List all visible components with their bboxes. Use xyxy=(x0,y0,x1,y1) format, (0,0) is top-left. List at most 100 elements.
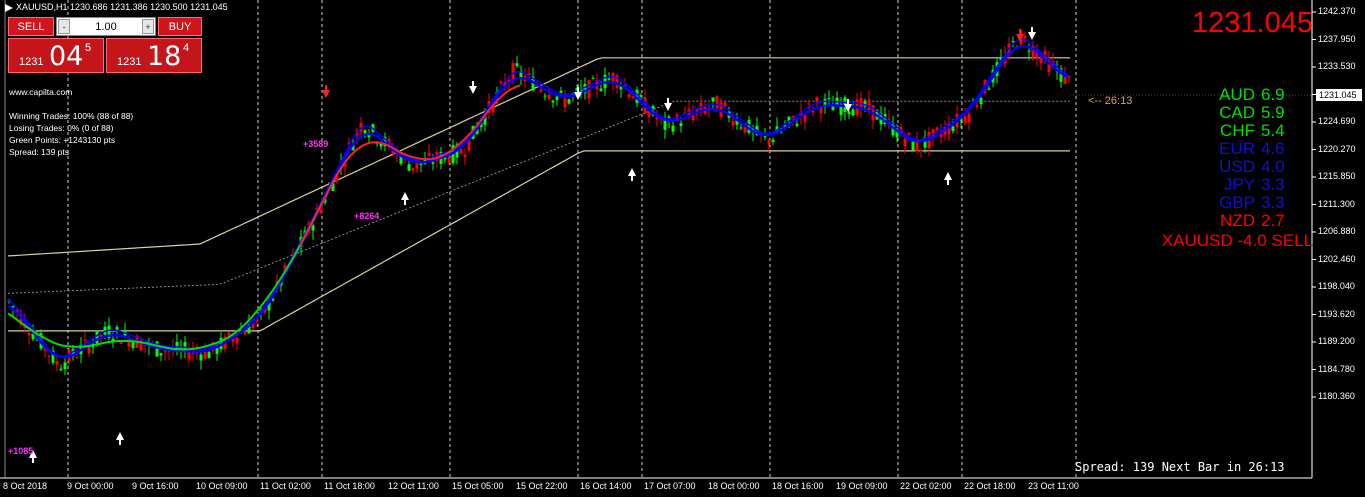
chart-title: XAUUSD,H1 xyxy=(16,2,68,12)
exit-arrow-icon xyxy=(1028,32,1036,40)
time-tick-label: 8 Oct 2018 xyxy=(3,481,48,491)
price-tick-label: 1242.370 xyxy=(1318,6,1356,16)
buy-button[interactable]: BUY xyxy=(158,17,202,36)
candle-body xyxy=(671,125,675,132)
candle-body xyxy=(907,132,911,135)
candle-body xyxy=(815,97,819,103)
candle-body xyxy=(207,352,211,359)
time-tick-label: 16 Oct 14:00 xyxy=(580,481,632,491)
trade-signal: XAUUSD -4.0 SELL xyxy=(1161,231,1313,250)
currency-value: 4.0 xyxy=(1261,157,1285,176)
currency-value: 3.3 xyxy=(1261,193,1285,212)
time-tick-label: 15 Oct 22:00 xyxy=(516,481,568,491)
candle-body xyxy=(407,164,411,171)
candle-body xyxy=(431,162,435,164)
candle-body xyxy=(771,139,775,142)
candle-body xyxy=(627,94,631,98)
candle-body xyxy=(131,342,135,348)
spread-footer: Spread: 139 Next Bar in 26:13 xyxy=(1075,460,1285,474)
candle-body xyxy=(243,331,247,335)
time-tick-label: 17 Oct 07:00 xyxy=(644,481,696,491)
candle-body xyxy=(499,81,503,84)
time-tick-label: 23 Oct 11:00 xyxy=(1028,481,1079,491)
candle-body xyxy=(459,149,463,154)
candle-body xyxy=(851,109,855,116)
candle-body xyxy=(199,354,203,361)
bar-timer: <-- 26:13 xyxy=(1088,95,1133,107)
time-tick-label: 11 Oct 02:00 xyxy=(260,481,311,491)
candle-body xyxy=(607,78,611,80)
candle-body xyxy=(163,351,167,353)
candle-body xyxy=(807,103,811,105)
time-tick-label: 12 Oct 11:00 xyxy=(388,481,439,491)
price-tick-label: 1237.950 xyxy=(1318,33,1356,44)
buy-price-button[interactable]: 1231 18 4 xyxy=(106,38,202,73)
lot-increase-button[interactable]: + xyxy=(142,19,154,34)
lot-size-input[interactable]: - 1.00 + xyxy=(56,17,156,36)
candle-body xyxy=(187,352,191,360)
strength-row: CHF 5.4 xyxy=(1083,122,1313,140)
exit-arrow-icon xyxy=(664,103,672,111)
candle-body xyxy=(1011,40,1015,43)
candle-body xyxy=(427,152,431,156)
site-label: www.capilta.com xyxy=(9,87,73,97)
time-tick-label: 22 Oct 02:00 xyxy=(900,481,952,491)
fast-moving-average xyxy=(7,45,1069,359)
candle-body xyxy=(767,139,771,145)
exit-arrow-icon xyxy=(469,86,477,94)
currency-value: 4.6 xyxy=(1261,139,1285,158)
candle-body xyxy=(511,62,515,81)
currency-value: 2.7 xyxy=(1261,211,1285,230)
strength-row: JPY 3.3 xyxy=(1083,176,1313,194)
symbol-icon xyxy=(5,3,13,12)
candle-body xyxy=(1027,50,1031,52)
candle-body xyxy=(563,98,567,108)
candle-body xyxy=(987,88,991,90)
price-tick-label: 1224.690 xyxy=(1318,116,1356,126)
strength-row: EUR 4.6 xyxy=(1083,140,1313,158)
sell-button[interactable]: SELL xyxy=(8,17,54,36)
currency-name: USD xyxy=(1219,157,1255,176)
sell-price-big: 04 xyxy=(49,41,84,72)
currency-strength-meter: AUD 6.9 CAD 5.9 CHF 5.4 EUR 4.6 USD 4.0 JPY 3.… xyxy=(1083,86,1313,230)
price-tick-label: 1233.530 xyxy=(1318,61,1356,71)
candle-body xyxy=(903,138,907,147)
profit-label: +3589 xyxy=(303,139,328,149)
buy-arrow-icon xyxy=(944,172,952,180)
candle-body xyxy=(235,337,239,344)
currency-name: CAD xyxy=(1219,103,1255,122)
buy-price-big: 18 xyxy=(147,41,182,72)
currency-name: AUD xyxy=(1219,85,1255,104)
candle-body xyxy=(551,100,555,103)
price-chart[interactable]: +3589 +8264 +1085 xyxy=(0,0,1365,497)
candle-body xyxy=(47,355,51,357)
candle-body xyxy=(567,99,571,104)
candle-body xyxy=(1023,36,1027,39)
currency-name: NZD xyxy=(1220,211,1255,230)
candle-body xyxy=(539,89,543,92)
candle-body xyxy=(919,149,923,152)
trend-ma-green xyxy=(7,191,329,351)
upper-band xyxy=(7,57,1070,257)
buy-arrow-icon xyxy=(628,168,636,176)
candle-body xyxy=(559,90,563,93)
one-click-trading-panel: SELL - 1.00 + BUY 1231 04 5 1231 18 4 xyxy=(8,17,202,73)
buy-arrow-icon xyxy=(116,432,124,440)
time-tick-label: 10 Oct 09:00 xyxy=(196,481,248,491)
candle-body xyxy=(547,94,551,100)
green-points: Green Points: +1243130 pts xyxy=(9,135,116,145)
currency-name: CHF xyxy=(1220,121,1255,140)
lot-decrease-button[interactable]: - xyxy=(58,19,70,34)
middle-band xyxy=(7,100,1070,294)
candle-body xyxy=(63,362,67,370)
sell-price-button[interactable]: 1231 04 5 xyxy=(8,38,104,73)
candle-body xyxy=(83,339,87,341)
candle-body xyxy=(867,99,871,110)
current-price-label: 1231.045 xyxy=(1316,89,1362,101)
chart-header: XAUUSD,H1 1230.686 1231.386 1230.500 123… xyxy=(0,0,228,14)
candle-body xyxy=(599,88,603,91)
time-tick-label: 22 Oct 18:00 xyxy=(964,481,1016,491)
currency-value: 5.4 xyxy=(1261,121,1285,140)
buy-price-prefix: 1231 xyxy=(117,56,142,68)
current-price-big: 1231.045 xyxy=(1192,7,1313,39)
